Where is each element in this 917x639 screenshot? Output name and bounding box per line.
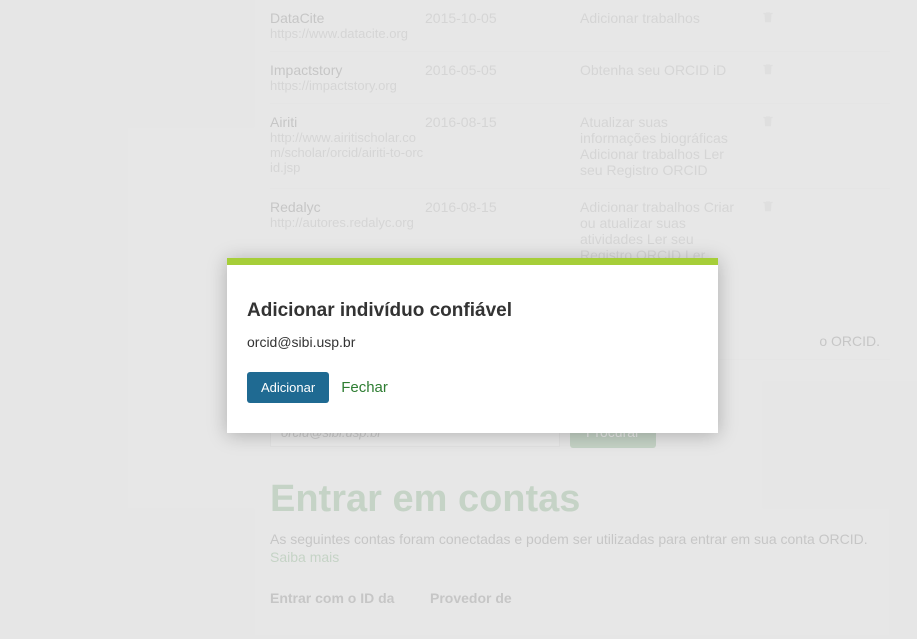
org-action: Obtenha seu ORCID iD xyxy=(580,62,735,78)
modal-title: Adicionar indivíduo confiável xyxy=(247,300,698,322)
add-trusted-modal: Adicionar indivíduo confiável orcid@sibi… xyxy=(227,258,718,433)
org-action: Atualizar suas informações biográficas A… xyxy=(580,114,735,178)
accounts-description: As seguintes contas foram conectadas e p… xyxy=(270,531,890,547)
table-row: DataCite https://www.datacite.org 2015-1… xyxy=(270,0,890,52)
org-name: Redalyc xyxy=(270,199,425,215)
trash-icon[interactable] xyxy=(761,63,775,79)
accounts-heading: Entrar em contas xyxy=(270,478,890,521)
accounts-th-id: Entrar com o ID da xyxy=(270,590,430,606)
org-name: Impactstory xyxy=(270,62,425,78)
learn-more-link[interactable]: Saiba mais xyxy=(270,549,890,565)
org-name: DataCite xyxy=(270,10,425,26)
org-date: 2015-10-05 xyxy=(425,10,580,26)
org-action: Adicionar trabalhos Criar ou atualizar s… xyxy=(580,199,735,263)
org-url[interactable]: https://www.datacite.org xyxy=(270,26,425,41)
trash-icon[interactable] xyxy=(761,115,775,131)
org-date: 2016-08-15 xyxy=(425,114,580,130)
org-name: Airiti xyxy=(270,114,425,130)
org-date: 2016-08-15 xyxy=(425,199,580,215)
trash-icon[interactable] xyxy=(761,11,775,27)
add-button[interactable]: Adicionar xyxy=(247,372,329,403)
accounts-th-provider: Provedor de xyxy=(430,590,630,606)
trash-icon[interactable] xyxy=(761,200,775,216)
org-url[interactable]: https://impactstory.org xyxy=(270,78,425,93)
org-url[interactable]: http://autores.redalyc.org xyxy=(270,215,425,230)
close-link[interactable]: Fechar xyxy=(341,379,388,396)
org-url[interactable]: http://www.airitischolar.com/scholar/orc… xyxy=(270,130,425,175)
modal-accent-stripe xyxy=(227,258,718,265)
org-date: 2016-05-05 xyxy=(425,62,580,78)
accounts-table-header: Entrar com o ID da Provedor de xyxy=(270,590,890,606)
modal-email: orcid@sibi.usp.br xyxy=(247,334,698,350)
table-row: Impactstory https://impactstory.org 2016… xyxy=(270,52,890,104)
table-row: Airiti http://www.airitischolar.com/scho… xyxy=(270,104,890,189)
org-action: Adicionar trabalhos xyxy=(580,10,735,26)
